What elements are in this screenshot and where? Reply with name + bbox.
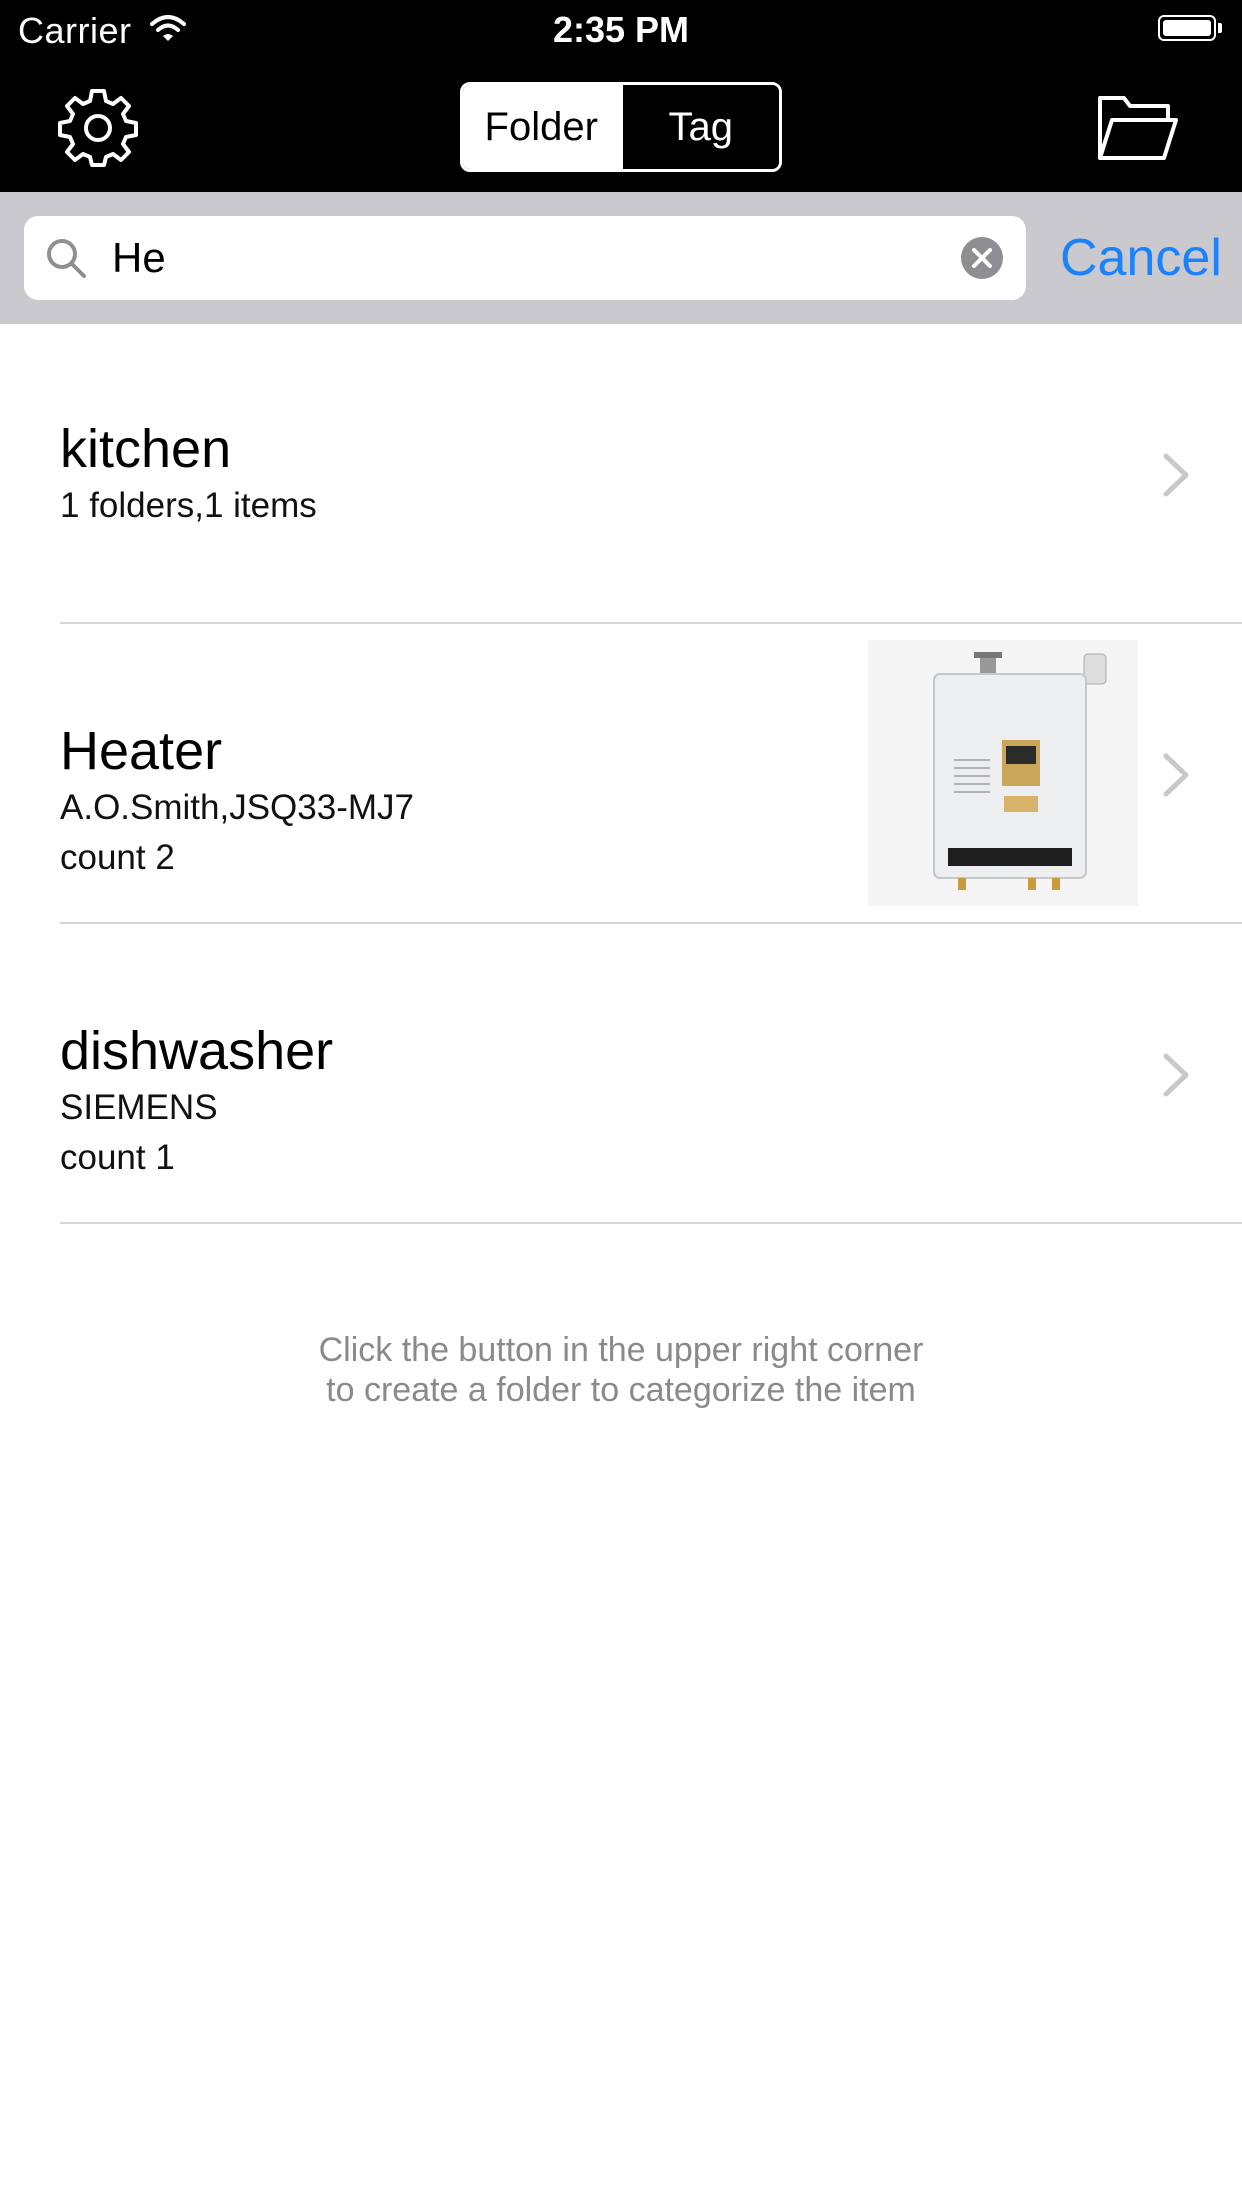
item-title: kitchen bbox=[60, 419, 232, 479]
nav-bar: Folder Tag bbox=[0, 62, 1242, 192]
folder-open-icon[interactable] bbox=[1096, 88, 1180, 168]
item-count: count 1 bbox=[60, 1138, 175, 1177]
status-bar: Carrier 2:35 PM bbox=[0, 0, 1242, 62]
search-field[interactable]: He bbox=[24, 216, 1026, 300]
folder-tag-segmented-control[interactable]: Folder Tag bbox=[460, 82, 782, 172]
hint-line-2: to create a folder to categorize the ite… bbox=[326, 1371, 916, 1409]
battery-icon bbox=[1158, 15, 1224, 45]
item-count: count 2 bbox=[60, 838, 175, 877]
item-subtitle: 1 folders,1 items bbox=[60, 486, 317, 525]
hint-line-1: Click the button in the upper right corn… bbox=[318, 1331, 924, 1369]
chevron-right-icon bbox=[1163, 1053, 1189, 1097]
segment-tag[interactable]: Tag bbox=[619, 85, 779, 169]
cancel-button[interactable]: Cancel bbox=[1060, 228, 1222, 288]
clock: 2:35 PM bbox=[552, 9, 690, 50]
list-item-kitchen[interactable]: kitchen 1 folders,1 items bbox=[0, 324, 1242, 624]
empty-hint: Click the button in the upper right corn… bbox=[0, 1330, 1242, 1410]
chevron-right-icon bbox=[1163, 753, 1189, 797]
item-subtitle: SIEMENS bbox=[60, 1088, 218, 1127]
item-subtitle: A.O.Smith,JSQ33-MJ7 bbox=[60, 788, 414, 827]
search-icon bbox=[47, 239, 86, 278]
separator bbox=[60, 1222, 1242, 1224]
heater-thumbnail-image bbox=[868, 640, 1138, 906]
search-bar: He Cancel bbox=[0, 192, 1242, 324]
segment-folder[interactable]: Folder bbox=[463, 85, 620, 169]
gear-icon[interactable] bbox=[58, 88, 138, 168]
item-title: Heater bbox=[60, 721, 223, 781]
item-title: dishwasher bbox=[60, 1021, 334, 1081]
list-item-dishwasher[interactable]: dishwasher SIEMENS count 1 bbox=[0, 924, 1242, 1224]
chevron-right-icon bbox=[1163, 453, 1189, 497]
search-input[interactable]: He bbox=[112, 216, 166, 300]
clear-icon[interactable] bbox=[960, 236, 1004, 280]
